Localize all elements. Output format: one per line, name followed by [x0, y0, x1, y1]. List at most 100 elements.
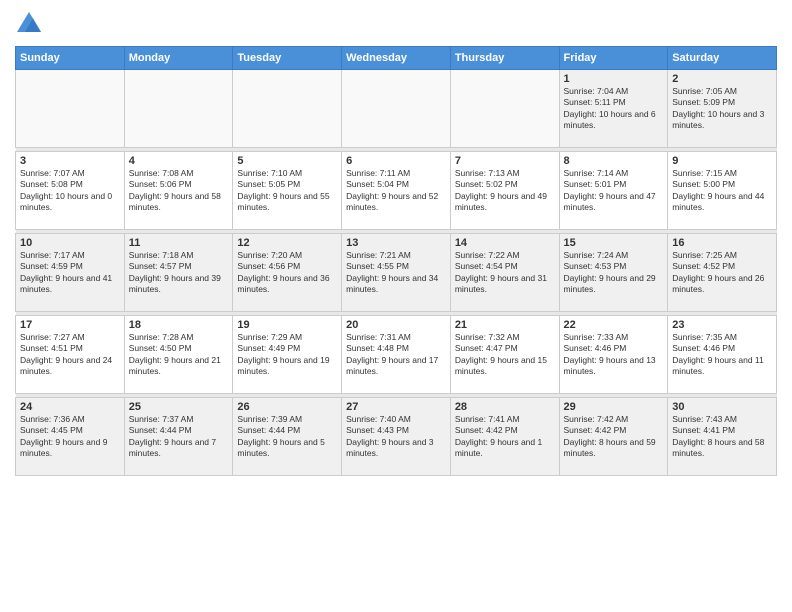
day-number: 2 — [672, 73, 772, 85]
day-info: Sunrise: 7:27 AMSunset: 4:51 PMDaylight:… — [20, 332, 120, 378]
calendar-cell: 16Sunrise: 7:25 AMSunset: 4:52 PMDayligh… — [668, 234, 777, 312]
day-number: 12 — [237, 237, 337, 249]
day-info: Sunrise: 7:35 AMSunset: 4:46 PMDaylight:… — [672, 332, 772, 378]
calendar-week-row: 24Sunrise: 7:36 AMSunset: 4:45 PMDayligh… — [16, 398, 777, 476]
day-number: 7 — [455, 155, 555, 167]
day-info: Sunrise: 7:04 AMSunset: 5:11 PMDaylight:… — [564, 86, 664, 132]
calendar-cell: 15Sunrise: 7:24 AMSunset: 4:53 PMDayligh… — [559, 234, 668, 312]
day-number: 17 — [20, 319, 120, 331]
day-number: 30 — [672, 401, 772, 413]
day-info: Sunrise: 7:29 AMSunset: 4:49 PMDaylight:… — [237, 332, 337, 378]
day-number: 16 — [672, 237, 772, 249]
day-info: Sunrise: 7:36 AMSunset: 4:45 PMDaylight:… — [20, 414, 120, 460]
calendar-cell: 3Sunrise: 7:07 AMSunset: 5:08 PMDaylight… — [16, 152, 125, 230]
day-info: Sunrise: 7:20 AMSunset: 4:56 PMDaylight:… — [237, 250, 337, 296]
col-thursday: Thursday — [450, 47, 559, 70]
day-number: 19 — [237, 319, 337, 331]
day-number: 8 — [564, 155, 664, 167]
day-number: 10 — [20, 237, 120, 249]
day-info: Sunrise: 7:14 AMSunset: 5:01 PMDaylight:… — [564, 168, 664, 214]
calendar-cell: 21Sunrise: 7:32 AMSunset: 4:47 PMDayligh… — [450, 316, 559, 394]
day-number: 13 — [346, 237, 446, 249]
day-info: Sunrise: 7:41 AMSunset: 4:42 PMDaylight:… — [455, 414, 555, 460]
calendar-cell: 27Sunrise: 7:40 AMSunset: 4:43 PMDayligh… — [342, 398, 451, 476]
day-number: 22 — [564, 319, 664, 331]
calendar: Sunday Monday Tuesday Wednesday Thursday… — [15, 46, 777, 476]
calendar-cell: 12Sunrise: 7:20 AMSunset: 4:56 PMDayligh… — [233, 234, 342, 312]
calendar-cell: 7Sunrise: 7:13 AMSunset: 5:02 PMDaylight… — [450, 152, 559, 230]
day-number: 23 — [672, 319, 772, 331]
day-info: Sunrise: 7:43 AMSunset: 4:41 PMDaylight:… — [672, 414, 772, 460]
calendar-cell: 14Sunrise: 7:22 AMSunset: 4:54 PMDayligh… — [450, 234, 559, 312]
calendar-cell: 19Sunrise: 7:29 AMSunset: 4:49 PMDayligh… — [233, 316, 342, 394]
col-monday: Monday — [124, 47, 233, 70]
calendar-week-row: 17Sunrise: 7:27 AMSunset: 4:51 PMDayligh… — [16, 316, 777, 394]
calendar-cell: 2Sunrise: 7:05 AMSunset: 5:09 PMDaylight… — [668, 70, 777, 148]
day-number: 11 — [129, 237, 229, 249]
calendar-cell: 29Sunrise: 7:42 AMSunset: 4:42 PMDayligh… — [559, 398, 668, 476]
day-number: 4 — [129, 155, 229, 167]
calendar-cell — [450, 70, 559, 148]
col-sunday: Sunday — [16, 47, 125, 70]
calendar-header-row: Sunday Monday Tuesday Wednesday Thursday… — [16, 47, 777, 70]
day-number: 14 — [455, 237, 555, 249]
day-info: Sunrise: 7:28 AMSunset: 4:50 PMDaylight:… — [129, 332, 229, 378]
day-number: 9 — [672, 155, 772, 167]
col-tuesday: Tuesday — [233, 47, 342, 70]
calendar-cell: 22Sunrise: 7:33 AMSunset: 4:46 PMDayligh… — [559, 316, 668, 394]
day-number: 5 — [237, 155, 337, 167]
header — [15, 10, 777, 38]
day-info: Sunrise: 7:21 AMSunset: 4:55 PMDaylight:… — [346, 250, 446, 296]
day-info: Sunrise: 7:15 AMSunset: 5:00 PMDaylight:… — [672, 168, 772, 214]
day-info: Sunrise: 7:13 AMSunset: 5:02 PMDaylight:… — [455, 168, 555, 214]
day-info: Sunrise: 7:25 AMSunset: 4:52 PMDaylight:… — [672, 250, 772, 296]
day-number: 1 — [564, 73, 664, 85]
calendar-cell: 18Sunrise: 7:28 AMSunset: 4:50 PMDayligh… — [124, 316, 233, 394]
calendar-week-row: 10Sunrise: 7:17 AMSunset: 4:59 PMDayligh… — [16, 234, 777, 312]
day-number: 24 — [20, 401, 120, 413]
day-info: Sunrise: 7:31 AMSunset: 4:48 PMDaylight:… — [346, 332, 446, 378]
day-info: Sunrise: 7:11 AMSunset: 5:04 PMDaylight:… — [346, 168, 446, 214]
calendar-cell — [16, 70, 125, 148]
day-number: 28 — [455, 401, 555, 413]
col-wednesday: Wednesday — [342, 47, 451, 70]
calendar-cell — [342, 70, 451, 148]
day-info: Sunrise: 7:24 AMSunset: 4:53 PMDaylight:… — [564, 250, 664, 296]
calendar-cell: 1Sunrise: 7:04 AMSunset: 5:11 PMDaylight… — [559, 70, 668, 148]
calendar-cell: 10Sunrise: 7:17 AMSunset: 4:59 PMDayligh… — [16, 234, 125, 312]
col-friday: Friday — [559, 47, 668, 70]
day-info: Sunrise: 7:33 AMSunset: 4:46 PMDaylight:… — [564, 332, 664, 378]
day-number: 27 — [346, 401, 446, 413]
calendar-cell: 23Sunrise: 7:35 AMSunset: 4:46 PMDayligh… — [668, 316, 777, 394]
day-number: 26 — [237, 401, 337, 413]
day-number: 3 — [20, 155, 120, 167]
calendar-cell — [124, 70, 233, 148]
day-number: 20 — [346, 319, 446, 331]
day-info: Sunrise: 7:17 AMSunset: 4:59 PMDaylight:… — [20, 250, 120, 296]
day-info: Sunrise: 7:18 AMSunset: 4:57 PMDaylight:… — [129, 250, 229, 296]
calendar-week-row: 1Sunrise: 7:04 AMSunset: 5:11 PMDaylight… — [16, 70, 777, 148]
calendar-cell: 13Sunrise: 7:21 AMSunset: 4:55 PMDayligh… — [342, 234, 451, 312]
day-info: Sunrise: 7:22 AMSunset: 4:54 PMDaylight:… — [455, 250, 555, 296]
calendar-cell: 6Sunrise: 7:11 AMSunset: 5:04 PMDaylight… — [342, 152, 451, 230]
calendar-cell: 24Sunrise: 7:36 AMSunset: 4:45 PMDayligh… — [16, 398, 125, 476]
day-number: 18 — [129, 319, 229, 331]
calendar-cell — [233, 70, 342, 148]
day-info: Sunrise: 7:40 AMSunset: 4:43 PMDaylight:… — [346, 414, 446, 460]
calendar-cell: 26Sunrise: 7:39 AMSunset: 4:44 PMDayligh… — [233, 398, 342, 476]
day-info: Sunrise: 7:07 AMSunset: 5:08 PMDaylight:… — [20, 168, 120, 214]
calendar-cell: 4Sunrise: 7:08 AMSunset: 5:06 PMDaylight… — [124, 152, 233, 230]
page: Sunday Monday Tuesday Wednesday Thursday… — [0, 0, 792, 612]
day-info: Sunrise: 7:37 AMSunset: 4:44 PMDaylight:… — [129, 414, 229, 460]
day-number: 25 — [129, 401, 229, 413]
calendar-cell: 17Sunrise: 7:27 AMSunset: 4:51 PMDayligh… — [16, 316, 125, 394]
day-info: Sunrise: 7:05 AMSunset: 5:09 PMDaylight:… — [672, 86, 772, 132]
col-saturday: Saturday — [668, 47, 777, 70]
logo-icon — [15, 10, 43, 38]
calendar-cell: 25Sunrise: 7:37 AMSunset: 4:44 PMDayligh… — [124, 398, 233, 476]
logo — [15, 10, 47, 38]
calendar-cell: 5Sunrise: 7:10 AMSunset: 5:05 PMDaylight… — [233, 152, 342, 230]
calendar-cell: 28Sunrise: 7:41 AMSunset: 4:42 PMDayligh… — [450, 398, 559, 476]
day-number: 29 — [564, 401, 664, 413]
day-info: Sunrise: 7:39 AMSunset: 4:44 PMDaylight:… — [237, 414, 337, 460]
